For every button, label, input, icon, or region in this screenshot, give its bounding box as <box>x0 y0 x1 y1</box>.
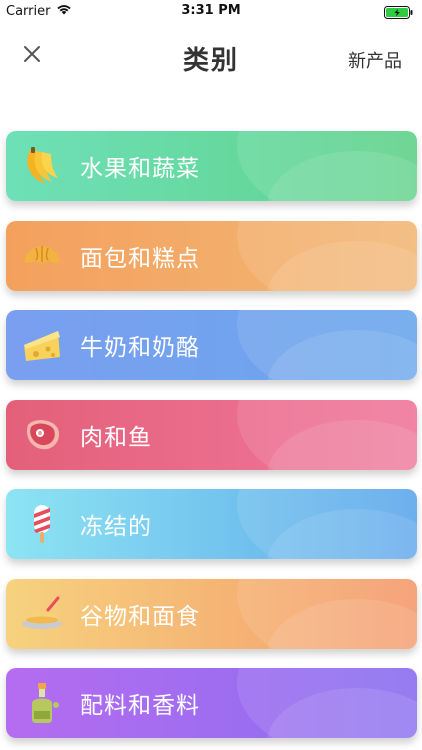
status-right <box>384 4 414 23</box>
oil-bottle-icon <box>20 681 64 725</box>
category-list: 水果和蔬菜 面包和糕点 牛奶和奶酪 肉和鱼 冻结的 谷物和面食 配料和香料 <box>6 131 417 750</box>
category-milk-cheese[interactable]: 牛奶和奶酪 <box>6 310 417 380</box>
category-label: 配料和香料 <box>80 693 200 719</box>
category-label: 水果和蔬菜 <box>80 156 200 182</box>
steak-icon <box>20 413 64 457</box>
category-meat-fish[interactable]: 肉和鱼 <box>6 399 417 470</box>
category-frozen[interactable]: 冻结的 <box>6 489 417 559</box>
battery-icon <box>384 4 414 23</box>
popsicle-icon <box>20 502 64 546</box>
category-condiments-spices[interactable]: 配料和香料 <box>6 668 417 738</box>
category-label: 面包和糕点 <box>80 245 200 272</box>
category-bread-pastry[interactable]: 面包和糕点 <box>6 220 417 291</box>
category-label: 冻结的 <box>80 514 152 540</box>
category-label: 牛奶和奶酪 <box>80 335 200 361</box>
croissant-icon <box>20 234 64 278</box>
banana-icon <box>20 144 64 188</box>
status-bar: Carrier 3:31 PM <box>0 0 422 22</box>
grain-bowl-icon <box>20 592 64 636</box>
new-products-button[interactable]: 新产品 <box>348 47 402 73</box>
category-label: 谷物和面食 <box>80 603 200 630</box>
category-grains-pasta[interactable]: 谷物和面食 <box>6 578 417 649</box>
cheese-icon <box>20 323 64 367</box>
category-label: 肉和鱼 <box>80 424 152 451</box>
category-fruits-vegetables[interactable]: 水果和蔬菜 <box>6 131 417 201</box>
nav-bar: 类别 新产品 <box>0 30 422 86</box>
status-time: 3:31 PM <box>181 3 241 18</box>
